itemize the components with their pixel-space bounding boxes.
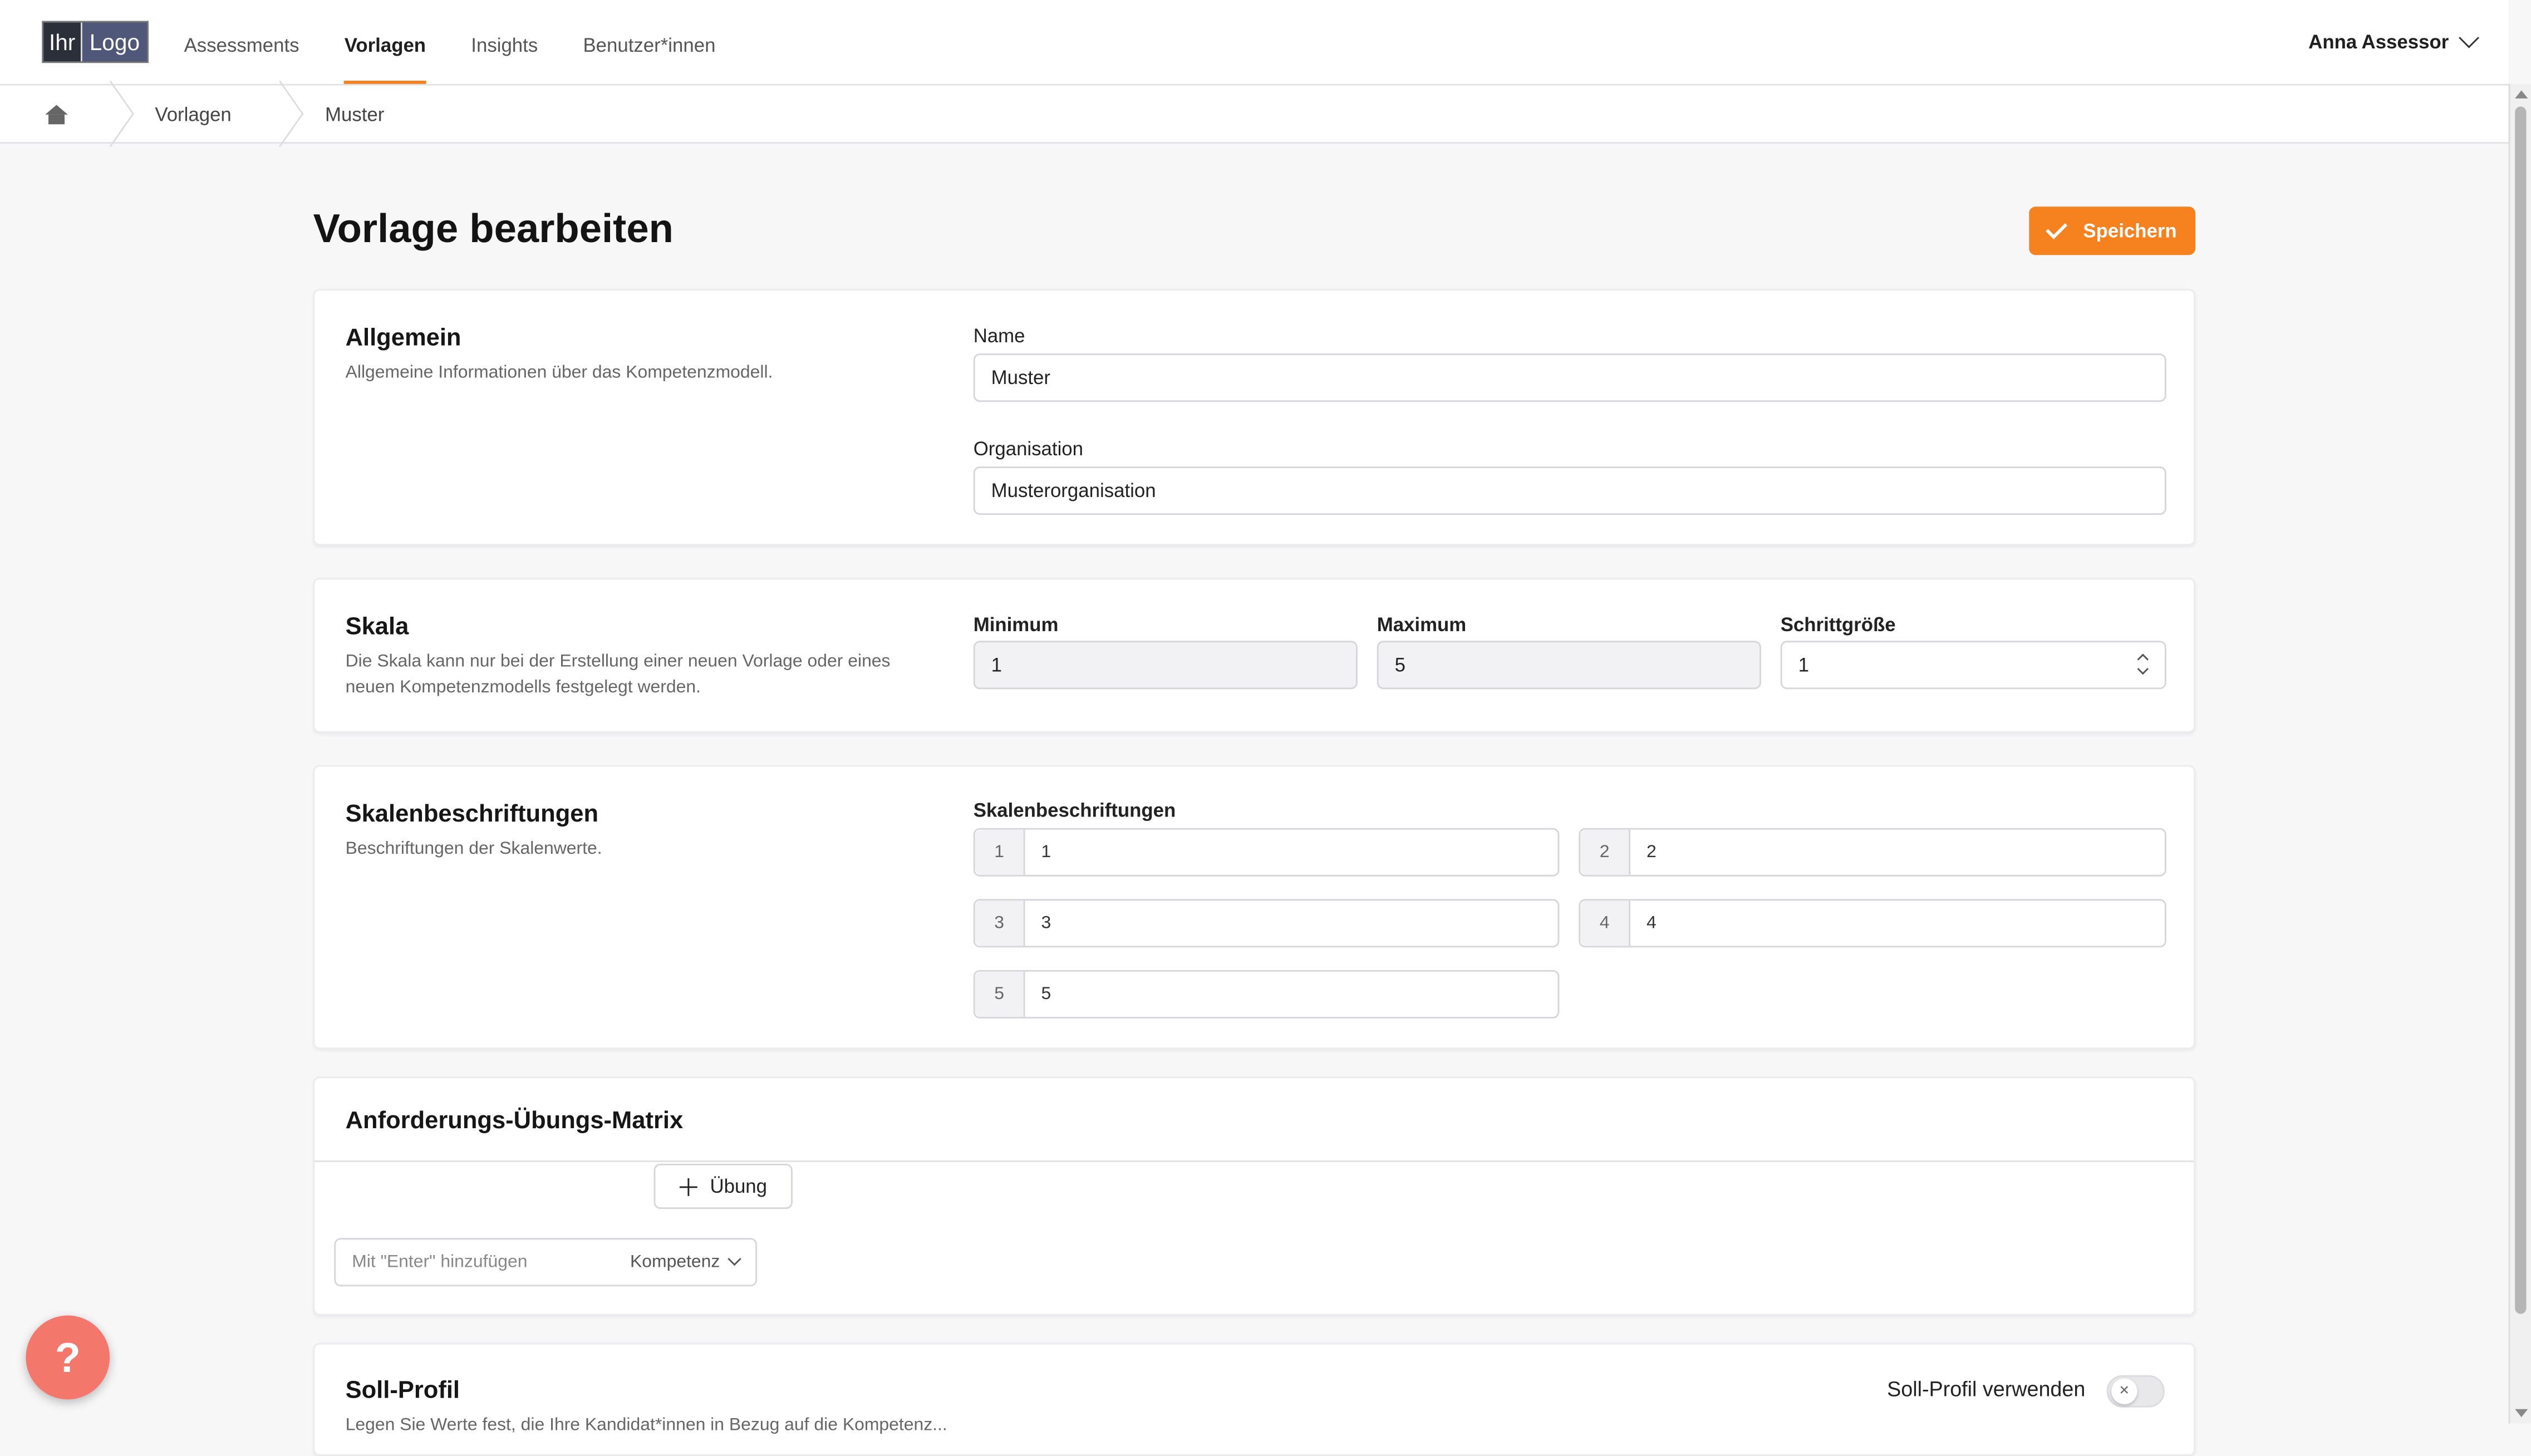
maximum-input: 5 (1377, 641, 1761, 690)
scale-label-field-3[interactable]: 3 3 (973, 899, 1560, 948)
spinner-icon[interactable] (2137, 655, 2149, 675)
scroll-up-icon[interactable] (2515, 90, 2528, 99)
step-size-label: Schrittgröße (1780, 613, 1896, 636)
scale-label-input[interactable]: 4 (1630, 901, 2165, 946)
organisation-label: Organisation (973, 437, 1084, 460)
scale-label-index: 2 (1580, 829, 1630, 875)
scale-card: Skala Die Skala kann nur bei der Erstell… (313, 578, 2196, 733)
competency-dropdown[interactable]: Kompetenz (630, 1252, 741, 1272)
name-input[interactable]: Muster (973, 353, 2166, 402)
nav-item-assessments[interactable]: Assessments (161, 0, 322, 84)
scale-label-input[interactable]: 2 (1630, 830, 2165, 875)
competency-dropdown-label: Kompetenz (630, 1252, 720, 1272)
general-card: Allgemein Allgemeine Informationen über … (313, 289, 2196, 546)
competency-input[interactable]: Mit "Enter" hinzufügen Kompetenz (334, 1238, 758, 1287)
chevron-down-icon (728, 1252, 741, 1266)
divider (314, 1160, 2194, 1162)
user-name: Anna Assessor (2308, 31, 2449, 53)
breadcrumb: Vorlagen Muster (0, 85, 2509, 144)
check-icon (2046, 217, 2068, 239)
step-size-stepper[interactable]: 1 (1780, 641, 2166, 690)
name-label: Name (973, 324, 1025, 347)
scrollbar[interactable] (2508, 83, 2531, 1424)
scale-labels-description: Beschriftungen der Skalenwerte. (345, 839, 602, 859)
scale-labels-field-label: Skalenbeschriftungen (973, 799, 1176, 822)
home-icon (45, 104, 68, 124)
scale-label-index: 5 (975, 971, 1025, 1017)
competency-placeholder: Mit "Enter" hinzufügen (352, 1252, 528, 1272)
target-profile-description: Legen Sie Werte fest, die Ihre Kandidat*… (345, 1415, 947, 1435)
save-button[interactable]: Speichern (2029, 206, 2196, 255)
save-button-label: Speichern (2083, 219, 2177, 242)
nav-item-benutzer[interactable]: Benutzer*innen (561, 0, 738, 84)
help-button[interactable]: ? (26, 1315, 110, 1400)
scale-label-input[interactable]: 5 (1025, 972, 1558, 1017)
step-size-value: 1 (1798, 653, 1809, 677)
matrix-card: Anforderungs-Übungs-Matrix Übung Mit "En… (313, 1076, 2196, 1316)
scale-labels-card: Skalenbeschriftungen Beschriftungen der … (313, 765, 2196, 1050)
plus-icon (679, 1177, 697, 1196)
general-description: Allgemeine Informationen über das Kompet… (345, 363, 773, 383)
main-nav: Assessments Vorlagen Insights Benutzer*i… (161, 0, 738, 84)
nav-item-insights[interactable]: Insights (449, 0, 561, 84)
top-navbar: Ihr Logo Assessments Vorlagen Insights B… (0, 0, 2509, 86)
scale-label-field-5[interactable]: 5 5 (973, 970, 1560, 1019)
target-profile-toggle-label: Soll-Profil verwenden (1887, 1376, 2086, 1401)
user-menu[interactable]: Anna Assessor (2308, 0, 2480, 84)
logo-part-2: Logo (82, 22, 147, 62)
scroll-down-icon[interactable] (2515, 1409, 2528, 1418)
minimum-input: 1 (973, 641, 1358, 690)
page-title: Vorlage bearbeiten (313, 206, 674, 252)
scale-label-input[interactable]: 3 (1025, 901, 1558, 946)
organisation-input[interactable]: Musterorganisation (973, 466, 2166, 515)
scale-label-index: 4 (1580, 901, 1630, 946)
breadcrumb-separator (273, 86, 296, 142)
general-title: Allgemein (345, 324, 461, 352)
breadcrumb-item-muster: Muster (325, 102, 385, 125)
breadcrumb-separator (104, 86, 126, 142)
scale-label-index: 1 (975, 829, 1025, 875)
minimum-label: Minimum (973, 613, 1059, 636)
scale-label-index: 3 (975, 901, 1025, 946)
matrix-title: Anforderungs-Übungs-Matrix (345, 1107, 684, 1135)
logo-part-1: Ihr (43, 22, 82, 62)
chevron-down-icon (2459, 27, 2480, 48)
scale-label-input[interactable]: 1 (1025, 830, 1558, 875)
target-profile-toggle[interactable]: ✕ (2106, 1375, 2165, 1408)
scrollbar-thumb[interactable] (2515, 106, 2527, 1314)
scale-label-field-4[interactable]: 4 4 (1579, 899, 2166, 948)
maximum-label: Maximum (1377, 613, 1467, 636)
nav-item-vorlagen[interactable]: Vorlagen (322, 0, 449, 84)
scale-label-field-2[interactable]: 2 2 (1579, 828, 2166, 877)
scale-title: Skala (345, 613, 409, 641)
target-profile-title: Soll-Profil (345, 1376, 460, 1404)
scale-labels-title: Skalenbeschriftungen (345, 800, 599, 828)
logo[interactable]: Ihr Logo (42, 21, 149, 63)
scale-label-field-1[interactable]: 1 1 (973, 828, 1560, 877)
scale-description: Die Skala kann nur bei der Erstellung ei… (345, 652, 891, 697)
target-profile-card: Soll-Profil Legen Sie Werte fest, die Ih… (313, 1342, 2196, 1456)
breadcrumb-item-vorlagen[interactable]: Vorlagen (126, 86, 273, 142)
close-icon: ✕ (2111, 1378, 2137, 1404)
add-exercise-button[interactable]: Übung (653, 1163, 793, 1209)
add-exercise-label: Übung (710, 1175, 768, 1198)
